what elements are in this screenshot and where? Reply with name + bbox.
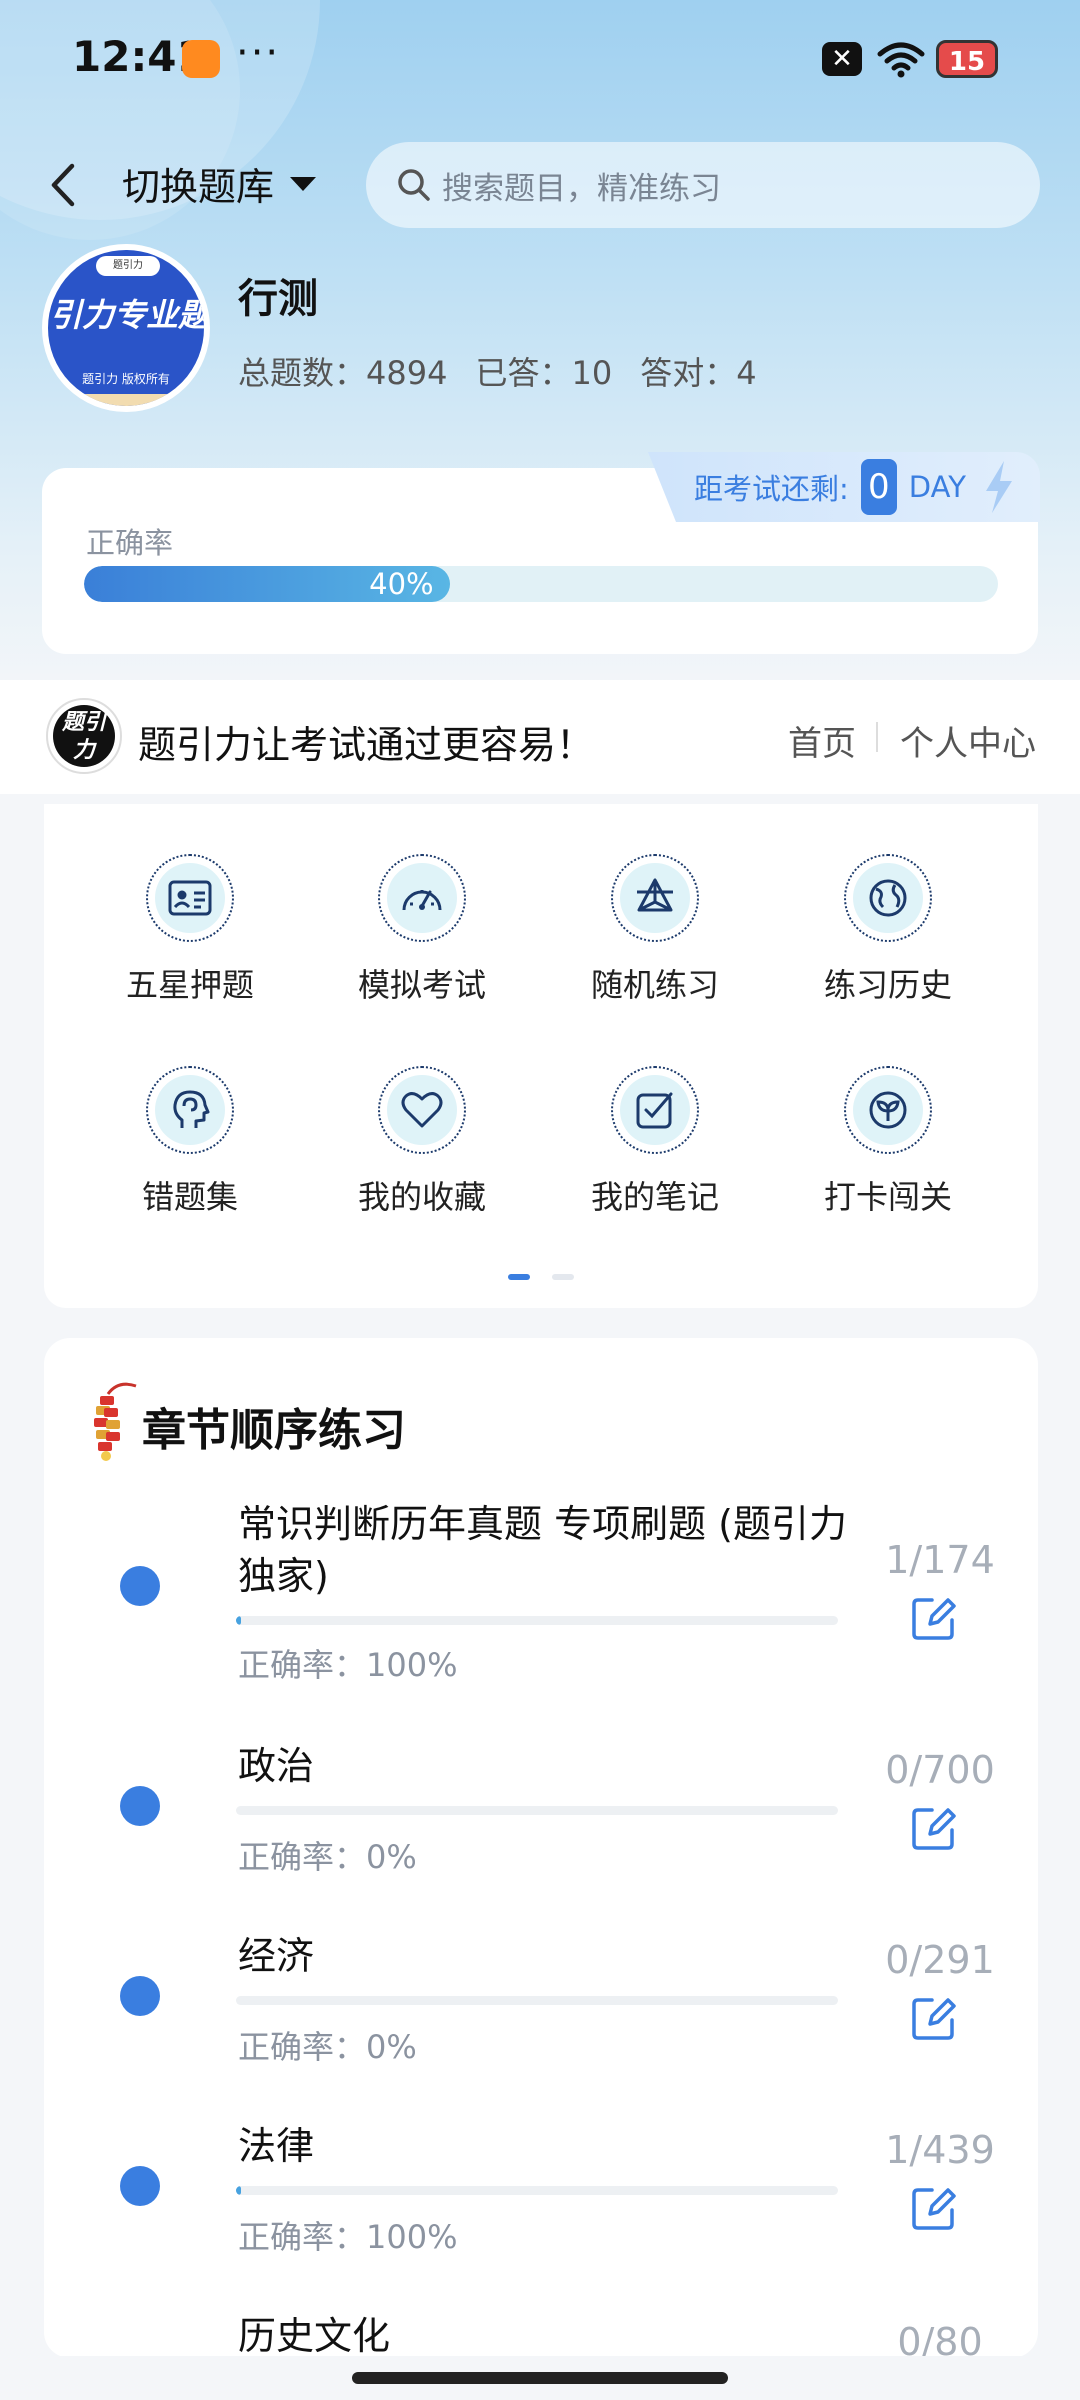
accuracy-label: 正确率 xyxy=(86,526,174,560)
switch-question-bank-button[interactable]: 切换题库 xyxy=(122,156,317,211)
exam-countdown-days: 0 xyxy=(860,459,897,515)
chapter-name: 政治 xyxy=(238,1744,315,1788)
back-arrow-icon[interactable] xyxy=(44,160,84,210)
feature-label: 练习历史 xyxy=(823,966,952,1004)
chapter-progress-fill xyxy=(236,2186,241,2195)
feature-random-practice[interactable]: 随机练习 xyxy=(555,854,755,1006)
feature-wrong-questions[interactable]: 错题集 xyxy=(90,1066,290,1218)
nav-divider xyxy=(876,722,878,752)
page-indicator[interactable] xyxy=(552,1274,574,1280)
avatar-copyright: 题引力 版权所有 xyxy=(82,372,170,386)
feature-mock-exam[interactable]: 模拟考试 xyxy=(322,854,522,1006)
edit-icon[interactable] xyxy=(910,2184,958,2232)
feature-label: 随机练习 xyxy=(590,966,719,1004)
speedometer-icon xyxy=(378,854,466,942)
status-bar: 12:41 ··· ✕ 15 xyxy=(0,0,1080,110)
switch-question-bank-label: 切换题库 xyxy=(122,165,275,209)
search-input[interactable]: 搜索题目，精准练习 xyxy=(366,142,1040,228)
chapter-bullet xyxy=(120,1976,160,2016)
feature-five-star[interactable]: 五星押题 xyxy=(90,854,290,1006)
avatar-title: 引力专业题 xyxy=(49,296,210,334)
exam-countdown-unit: DAY xyxy=(908,470,966,504)
feature-label: 我的收藏 xyxy=(357,1178,486,1216)
chapter-progress-bar xyxy=(236,2186,838,2195)
chapter-progress-bar xyxy=(236,1806,838,1815)
id-card-icon xyxy=(146,854,234,942)
chapter-accuracy: 正确率：0% xyxy=(238,1838,417,1876)
feature-label: 模拟考试 xyxy=(357,966,486,1004)
search-icon xyxy=(398,169,430,201)
brand-logo: 题引力 xyxy=(46,698,122,774)
feature-favorites[interactable]: 我的收藏 xyxy=(322,1066,522,1218)
answered-count: 已答：10 xyxy=(475,354,613,392)
exam-countdown-label: 距考试还剩: xyxy=(694,472,849,506)
feature-label: 错题集 xyxy=(141,1178,238,1216)
globe-icon xyxy=(844,854,932,942)
feature-grid: 五星押题 模拟考试 随机练习 练习历史 错题集 我的收藏 我的笔记 打卡闯关 xyxy=(44,804,1038,1308)
edit-icon[interactable] xyxy=(910,1994,958,2042)
chapter-bullet xyxy=(120,1786,160,1826)
feature-check-in[interactable]: 打卡闯关 xyxy=(788,1066,988,1218)
brand-slogan: 题引力让考试通过更容易！ xyxy=(138,723,595,767)
chapter-item[interactable]: 政治 正确率：0% 0/700 xyxy=(44,1740,1038,1890)
no-sim-icon: ✕ xyxy=(822,42,862,76)
chapter-progress-bar xyxy=(236,1996,838,2005)
edit-icon[interactable] xyxy=(910,1804,958,1852)
question-bank-avatar: 题引力 引力专业题 题引力 版权所有 xyxy=(42,244,210,412)
chapter-count: 1/439 xyxy=(885,2128,995,2172)
chapter-item[interactable]: 经济 正确率：0% 0/291 xyxy=(44,1930,1038,2080)
chapter-section-title: 章节顺序练习 xyxy=(142,1405,406,1456)
edit-icon[interactable] xyxy=(910,1594,958,1642)
feature-label: 打卡闯关 xyxy=(823,1178,952,1216)
feature-notes[interactable]: 我的笔记 xyxy=(555,1066,755,1218)
chapter-item[interactable]: 常识判断历年真题 专项刷题 (题引力独家) 正确率：100% 1/174 xyxy=(44,1490,1038,1690)
brand-banner: 题引力 题引力让考试通过更容易！ 首页 个人中心 xyxy=(0,680,1080,794)
chapter-item[interactable]: 法律 正确率：100% 1/439 xyxy=(44,2120,1038,2270)
checkbox-icon xyxy=(611,1066,699,1154)
chapter-progress-bar xyxy=(236,1616,838,1625)
correct-count: 答对：4 xyxy=(640,354,757,392)
app-notification-icon xyxy=(182,40,220,78)
heart-icon xyxy=(378,1066,466,1154)
chapter-bullet xyxy=(120,2166,160,2206)
firecracker-icon xyxy=(94,1382,137,1461)
sprout-icon xyxy=(844,1066,932,1154)
feature-label: 我的笔记 xyxy=(590,1178,719,1216)
accuracy-percent: 40% xyxy=(369,567,434,601)
feature-label: 五星押题 xyxy=(125,966,254,1004)
more-notifications-icon: ··· xyxy=(236,30,281,76)
chapter-name: 经济 xyxy=(238,1934,315,1978)
chapter-bullet xyxy=(120,1566,160,1606)
chapter-accuracy: 正确率：0% xyxy=(238,2028,417,2066)
chapter-count: 0/291 xyxy=(885,1938,995,1982)
caret-down-icon xyxy=(290,176,317,191)
chapter-name: 历史文化 xyxy=(238,2314,391,2358)
search-placeholder: 搜索题目，精准练习 xyxy=(442,170,721,207)
chapter-count: 0/700 xyxy=(885,1748,995,1792)
brand-logo-text: 题引力 xyxy=(53,705,115,767)
network-icon xyxy=(611,854,699,942)
head-icon xyxy=(146,1066,234,1154)
question-stats: 总题数：4894 已答：10 答对：4 xyxy=(238,348,757,394)
chapter-name: 法律 xyxy=(238,2124,315,2168)
chapter-progress-fill xyxy=(236,1616,241,1625)
exam-countdown-badge: 距考试还剩: 0 DAY xyxy=(648,452,1040,522)
chapter-name: 常识判断历年真题 专项刷题 (题引力独家) xyxy=(238,1502,847,1598)
chapter-count: 1/174 xyxy=(885,1538,995,1582)
total-questions: 总题数：4894 xyxy=(238,354,448,392)
chapter-accuracy: 正确率：100% xyxy=(238,1646,458,1684)
accuracy-progress-fill: 40% xyxy=(84,566,450,602)
chapter-accuracy: 正确率：100% xyxy=(238,2218,458,2256)
battery-icon: 15 xyxy=(936,40,998,78)
nav-profile-link[interactable]: 个人中心 xyxy=(900,716,1036,765)
question-bank-name: 行测 xyxy=(238,276,318,322)
page-indicator-active xyxy=(508,1274,530,1280)
lightning-icon xyxy=(985,461,1012,513)
wifi-icon xyxy=(877,42,925,78)
feature-practice-history[interactable]: 练习历史 xyxy=(788,854,988,1006)
home-indicator[interactable] xyxy=(352,2372,728,2384)
avatar-top-label: 题引力 xyxy=(96,256,160,276)
accuracy-progress-bar: 40% xyxy=(84,566,998,602)
nav-home-link[interactable]: 首页 xyxy=(788,716,856,765)
